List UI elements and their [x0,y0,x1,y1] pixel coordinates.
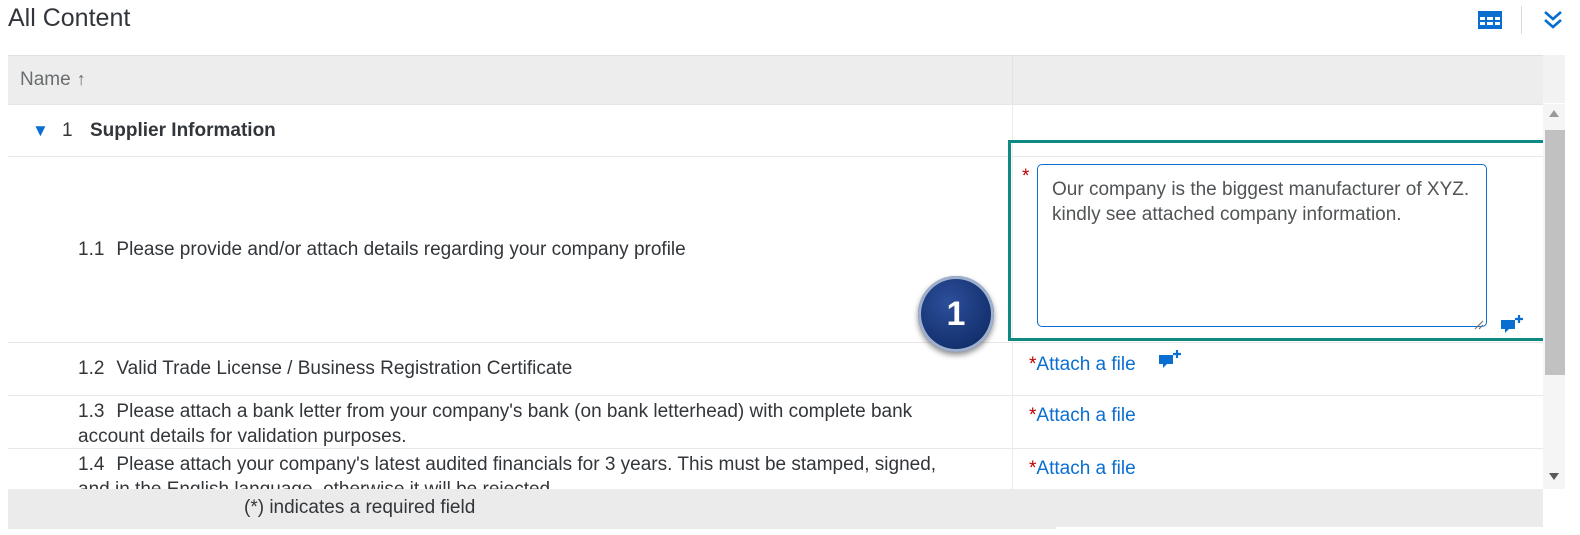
question-label: Please attach a bank letter from your co… [78,401,913,447]
column-divider [1012,343,1013,395]
question-row: 1.2 Valid Trade License / Business Regist… [8,343,1543,396]
question-number: 1.3 [78,401,105,422]
collapse-triangle-icon[interactable]: ▼ [32,121,49,141]
scroll-down-arrow-icon[interactable] [1549,473,1559,480]
step-badge: 1 [918,276,994,352]
required-field-note: (*) indicates a required field [244,497,476,518]
page-title: All Content [8,4,131,32]
question-number: 1.2 [78,358,105,379]
sort-ascending-icon: ↑ [76,69,86,89]
column-divider [1012,56,1013,104]
column-divider [1012,449,1013,489]
column-divider [1012,104,1013,156]
company-profile-answer-textarea[interactable]: Our company is the biggest manufacturer … [1037,164,1487,330]
footer-divider [1056,527,1546,529]
question-number: 1.4 [78,454,105,475]
resize-grip-icon[interactable] [1472,312,1484,330]
question-row: 1.4 Please attach your company's latest a… [8,449,1543,489]
question-text: 1.4 Please attach your company's latest a… [78,452,958,489]
toolbar-divider [1521,6,1522,34]
question-number: 1.1 [78,239,105,260]
question-label: Valid Trade License / Business Registrat… [116,358,573,379]
attach-cell: *Attach a file [1029,354,1136,376]
attach-cell: *Attach a file [1029,405,1136,427]
add-comment-icon[interactable] [1500,314,1526,341]
attach-file-link[interactable]: Attach a file [1036,405,1135,426]
required-marker: * [1022,166,1030,187]
table-view-icon[interactable] [1477,8,1503,32]
answer-text: Our company is the biggest manufacturer … [1052,179,1470,225]
question-text: 1.1 Please provide and/or attach details … [78,237,686,262]
column-divider [1012,157,1013,342]
scroll-corner [1543,55,1565,103]
add-comment-icon[interactable] [1158,349,1184,376]
question-label: Please provide and/or attach details reg… [116,239,686,260]
attach-file-link[interactable]: Attach a file [1036,458,1135,479]
question-text: 1.2 Valid Trade License / Business Regist… [78,356,572,381]
scroll-up-arrow-icon[interactable] [1549,110,1559,117]
footer-bar: (*) indicates a required field [8,489,1546,529]
question-label: Please attach your company's latest audi… [78,454,937,489]
table-header: Name ↑ [8,55,1543,105]
column-divider [1012,396,1013,448]
attach-file-link[interactable]: Attach a file [1036,354,1135,375]
answer-anchor: * Our company is the biggest manufacture… [0,104,1523,333]
expand-all-icon[interactable] [1540,8,1566,32]
top-toolbar [1477,6,1566,34]
section-row: ▼ 1 Supplier Information [8,104,1543,157]
attach-cell: *Attach a file [1029,458,1136,480]
vertical-scrollbar[interactable] [1543,104,1565,489]
column-header-label: Name [20,69,71,90]
scroll-thumb[interactable] [1545,130,1565,375]
section-title: Supplier Information [90,120,276,141]
section-number: 1 [62,120,73,141]
question-row: 1.3 Please attach a bank letter from your… [8,396,1543,449]
question-text: 1.3 Please attach a bank letter from your… [78,399,978,449]
column-header-name[interactable]: Name ↑ [20,69,86,91]
